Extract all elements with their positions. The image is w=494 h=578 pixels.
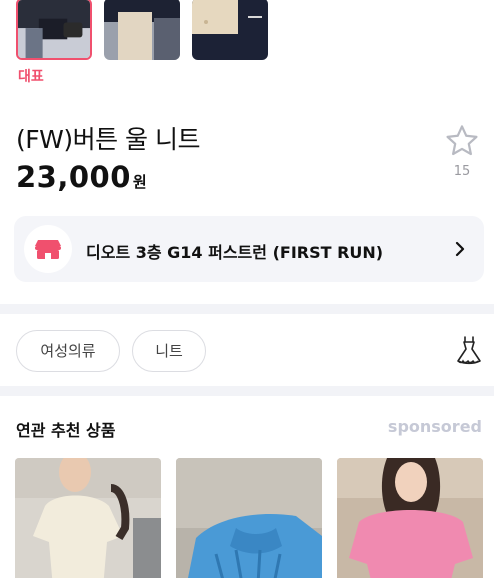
- tag-knit[interactable]: 니트: [132, 330, 206, 372]
- product-image-cream-knit: [15, 458, 161, 578]
- product-card-2[interactable]: [176, 458, 322, 578]
- favorite-button[interactable]: 15: [440, 122, 484, 179]
- price-amount: 23,000: [16, 160, 131, 194]
- sponsored-label: sponsored: [387, 417, 482, 436]
- product-card-3[interactable]: [337, 458, 483, 578]
- section-divider: [0, 386, 494, 396]
- tag-womens-clothing[interactable]: 여성의류: [16, 330, 120, 372]
- product-title: (FW)버튼 울 니트: [16, 125, 201, 154]
- thumbnail-gallery: [0, 0, 494, 62]
- thumbnail-1[interactable]: [16, 0, 92, 60]
- product-card-1[interactable]: [15, 458, 161, 578]
- star-outline-icon: [446, 125, 478, 156]
- dress-icon[interactable]: [452, 334, 486, 368]
- main-image-label: 대표: [18, 69, 44, 85]
- section-divider: [0, 304, 494, 314]
- favorite-count: 15: [453, 164, 471, 179]
- thumbnail-2[interactable]: [104, 0, 180, 60]
- product-price: 23,000 원: [16, 160, 147, 194]
- price-unit: 원: [132, 173, 147, 191]
- chevron-right-icon: [455, 241, 465, 257]
- recommendations-title: 연관 추천 상품: [16, 421, 116, 440]
- shop-name: 디오트 3층 G14 퍼스트런 (FIRST RUN): [86, 243, 384, 262]
- thumbnail-3[interactable]: [192, 0, 268, 60]
- product-image-pink-knit: [337, 458, 483, 578]
- product-image-blue-cable-knit: [176, 458, 322, 578]
- store-icon: [24, 225, 72, 273]
- shop-card[interactable]: 디오트 3층 G14 퍼스트런 (FIRST RUN): [14, 216, 484, 282]
